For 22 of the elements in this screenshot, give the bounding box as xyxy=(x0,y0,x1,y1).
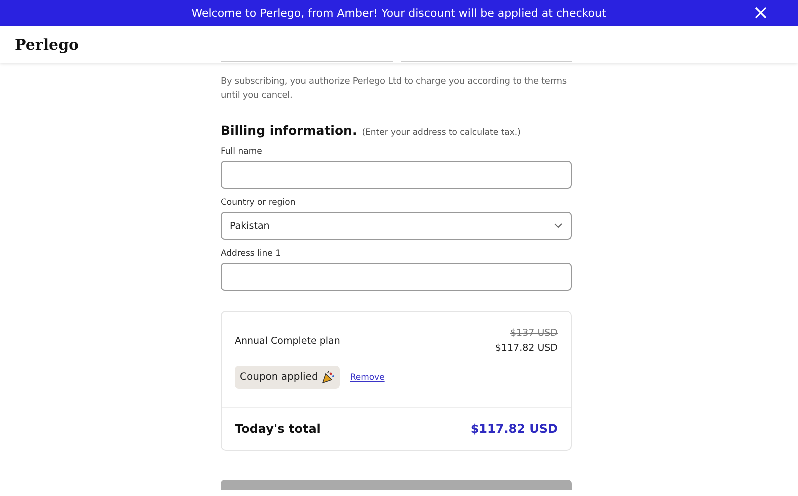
chevron-down-icon xyxy=(554,223,563,229)
input-field[interactable] xyxy=(221,263,572,291)
field-label: Full name xyxy=(221,147,264,157)
coupon-label: Coupon applied xyxy=(240,372,318,383)
consent-text: By subscribing, you authorize Perlego Ltd to charge you according to the terms until you cancel. xyxy=(221,76,568,103)
total-label: Today's total xyxy=(235,422,321,436)
total-amount: $117.82 USD xyxy=(470,422,558,436)
close-icon xyxy=(755,7,767,19)
plan-name: Annual Complete plan xyxy=(235,336,340,346)
banner-message: Welcome to Perlego, from Amber! Your discount will be applied at checkout xyxy=(192,6,606,20)
remove-link[interactable]: Remove xyxy=(350,372,385,382)
section-title: Billing information. xyxy=(221,123,358,138)
section-hint: (Enter your address to calculate tax.) xyxy=(362,128,521,138)
field-label: Address line 1 xyxy=(221,249,282,259)
party-popper-icon xyxy=(322,371,336,384)
close-button[interactable] xyxy=(754,6,768,20)
field-label: Country or region xyxy=(221,198,297,208)
original-price: $137 USD xyxy=(510,327,558,341)
country-select[interactable]: Pakistan xyxy=(221,212,572,240)
logo[interactable]: Perlego xyxy=(15,36,80,54)
input-field[interactable] xyxy=(221,161,572,189)
discounted-price: $117.82 USD xyxy=(495,342,558,356)
